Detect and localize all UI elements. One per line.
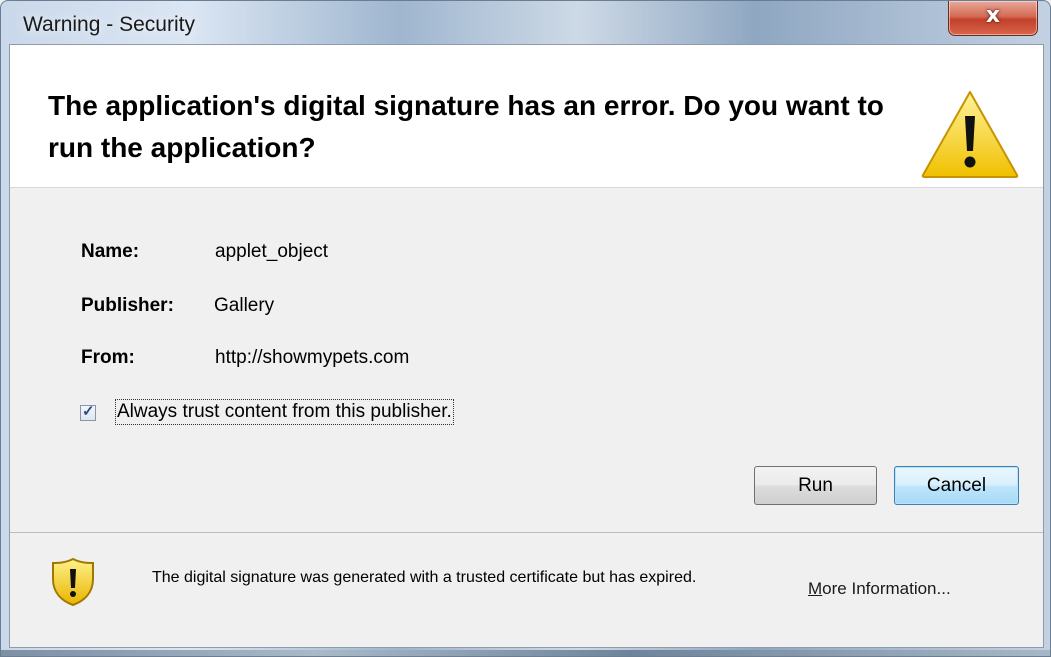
checkmark-icon: ✓ <box>82 403 95 420</box>
title-bar[interactable]: Warning - Security x <box>1 1 1050 44</box>
security-warning-window: Warning - Security x The application's d… <box>0 0 1051 657</box>
more-information-accelerator: M <box>808 579 823 598</box>
footer-message: The digital signature was generated with… <box>152 569 697 586</box>
more-information-link[interactable]: More Information... <box>808 579 951 599</box>
close-icon: x <box>985 3 1001 28</box>
always-trust-checkbox[interactable]: ✓ <box>80 403 96 421</box>
name-value: applet_object <box>215 241 329 262</box>
footer-divider <box>10 532 1043 533</box>
dialog-body: The application's digital signature has … <box>9 44 1044 648</box>
more-information-text: ore Information... <box>822 579 951 598</box>
from-label: From: <box>81 347 135 368</box>
run-button[interactable]: Run <box>754 466 877 505</box>
publisher-label: Publisher: <box>81 295 174 316</box>
publisher-value: Gallery <box>214 295 275 316</box>
warning-triangle-icon <box>921 91 1019 178</box>
cancel-button[interactable]: Cancel <box>894 466 1019 505</box>
window-title: Warning - Security <box>23 13 195 36</box>
name-label: Name: <box>81 241 140 262</box>
always-trust-label[interactable]: Always trust content from this publisher… <box>115 399 454 425</box>
dialog-header: The application's digital signature has … <box>10 45 1043 188</box>
from-value: http://showmypets.com <box>215 347 410 368</box>
close-button[interactable]: x <box>948 1 1038 36</box>
warning-shield-icon <box>52 557 94 607</box>
warning-headline: The application's digital signature has … <box>48 90 884 163</box>
